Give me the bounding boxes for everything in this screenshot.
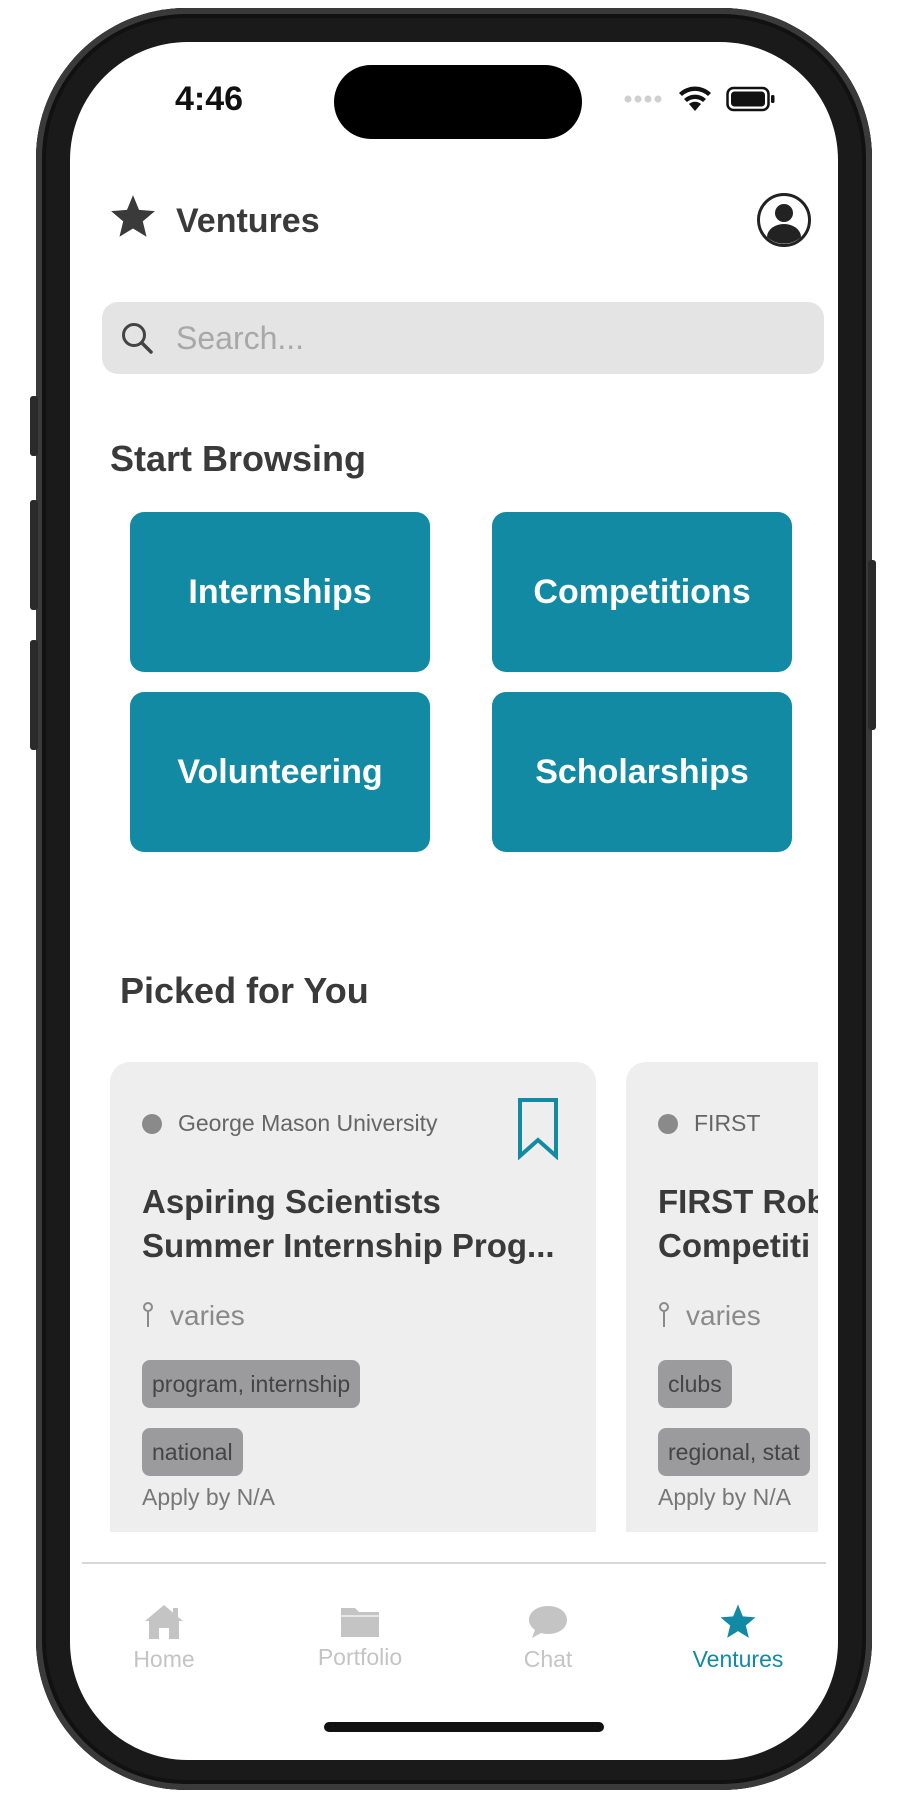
category-competitions-button[interactable]: Competitions (492, 512, 792, 672)
search-icon (122, 323, 153, 354)
picked-cards-carousel[interactable]: George Mason University Aspiring Scienti… (110, 1062, 818, 1532)
card-tag: clubs (658, 1360, 732, 1408)
org-dot-icon (142, 1113, 162, 1134)
org-dot-icon (658, 1113, 678, 1134)
location-pin-icon (659, 1302, 669, 1327)
card-org-row: George Mason University (142, 1110, 438, 1137)
card-location-row: varies (658, 1300, 761, 1332)
page-title: Ventures (176, 202, 320, 240)
tab-ventures[interactable]: Ventures (658, 1602, 818, 1673)
profile-avatar-icon (757, 193, 811, 247)
card-org: FIRST (694, 1110, 761, 1136)
bookmark-button[interactable] (516, 1096, 560, 1165)
card-location: varies (686, 1300, 761, 1331)
cellular-signal-icon (624, 95, 662, 103)
chat-bubble-icon (529, 1606, 567, 1638)
side-button-volume-down (30, 640, 38, 750)
card-location-row: varies (142, 1300, 245, 1332)
side-button-volume-up (30, 500, 38, 610)
opportunity-card[interactable]: FIRST FIRST Rob Competiti varies clubs r… (626, 1062, 818, 1532)
category-scholarships-button[interactable]: Scholarships (492, 692, 792, 852)
card-org-row: FIRST (658, 1110, 760, 1137)
card-tag: regional, stat (658, 1428, 810, 1476)
card-tag: program, internship (142, 1360, 361, 1408)
card-deadline: Apply by N/A (658, 1484, 791, 1510)
ventures-star-icon (108, 192, 158, 247)
search-bar[interactable] (102, 302, 824, 374)
category-volunteering-button[interactable]: Volunteering (130, 692, 430, 852)
opportunity-card[interactable]: George Mason University Aspiring Scienti… (110, 1062, 596, 1532)
status-time: 4:46 (175, 80, 244, 118)
location-pin-icon (143, 1302, 153, 1327)
card-deadline: Apply by N/A (142, 1484, 275, 1510)
search-input[interactable] (174, 318, 778, 358)
card-org: George Mason University (178, 1110, 438, 1136)
tab-chat[interactable]: Chat (468, 1602, 628, 1673)
home-indicator[interactable] (324, 1722, 604, 1732)
side-button-power (868, 560, 876, 730)
folder-icon (341, 1608, 379, 1637)
tab-home[interactable]: Home (84, 1602, 244, 1673)
tab-ventures-label: Ventures (692, 1646, 784, 1672)
profile-button[interactable] (756, 192, 812, 253)
tab-portfolio[interactable]: Portfolio (280, 1602, 440, 1671)
category-internships-button[interactable]: Internships (130, 512, 430, 672)
star-icon (720, 1604, 756, 1638)
picked-for-you-title: Picked for You (120, 970, 369, 1011)
status-icons (624, 86, 776, 112)
tab-home-label: Home (133, 1646, 195, 1672)
battery-icon (726, 86, 775, 112)
side-button-silent (30, 396, 38, 456)
wifi-icon (679, 86, 711, 111)
card-title-line2: Competiti (658, 1227, 811, 1264)
card-title: Aspiring Scientists Summer Internship Pr… (142, 1180, 572, 1268)
card-tag: national (142, 1428, 243, 1476)
house-icon (145, 1605, 183, 1639)
card-title-line1: Aspiring Scientists (142, 1183, 441, 1220)
bookmark-icon (518, 1098, 558, 1161)
screen: 4:46 Ventures Search... Start Browsing I… (70, 42, 838, 1760)
card-title-line1: FIRST Rob (658, 1183, 818, 1220)
tab-chat-label: Chat (523, 1646, 573, 1672)
tab-bar-divider (82, 1562, 826, 1564)
card-location: varies (170, 1300, 245, 1331)
card-title: FIRST Rob Competiti (658, 1180, 818, 1268)
card-title-line2: Summer Internship Prog... (142, 1227, 555, 1264)
dynamic-island (334, 65, 582, 139)
start-browsing-title: Start Browsing (110, 438, 367, 479)
tab-portfolio-label: Portfolio (317, 1644, 403, 1670)
